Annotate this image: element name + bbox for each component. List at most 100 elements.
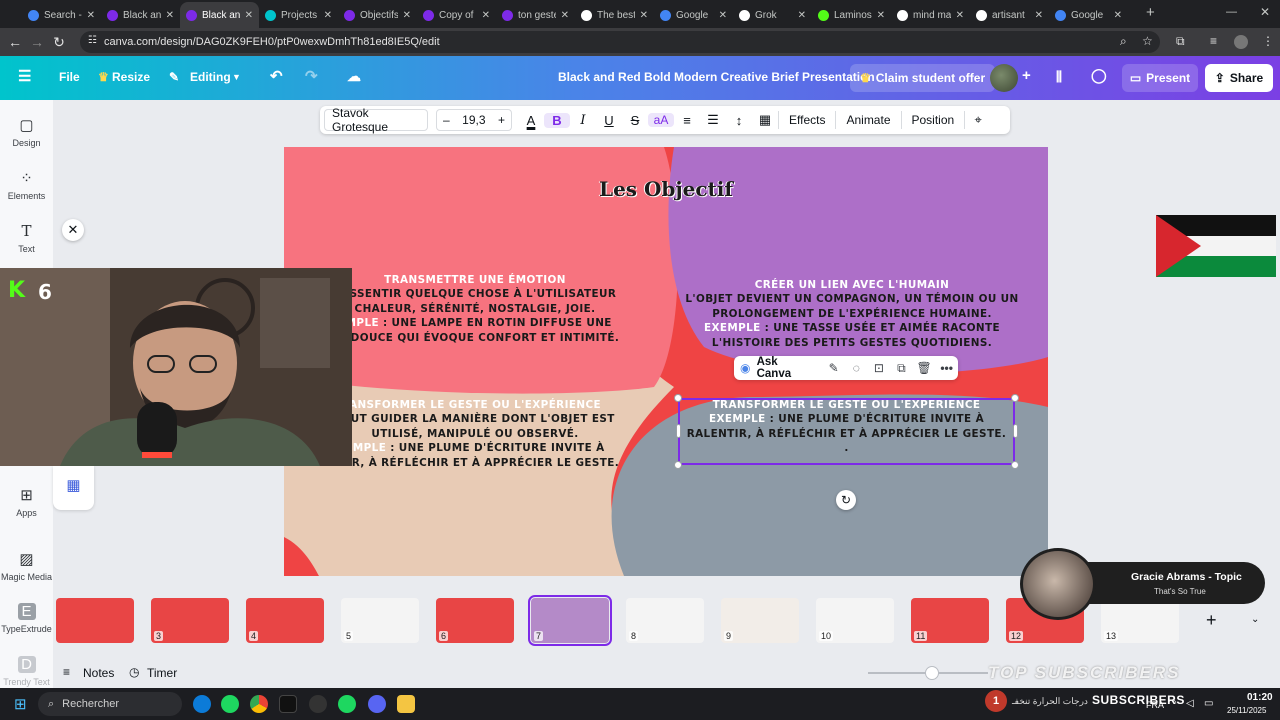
bold-icon[interactable]: B (544, 112, 570, 128)
new-tab-button[interactable]: + (1146, 4, 1155, 21)
bookmark-star-icon[interactable]: ☆ (1142, 34, 1153, 48)
spotify-icon[interactable] (338, 695, 356, 713)
browser-tab[interactable]: Search - ✕ (22, 2, 101, 28)
page-thumbnail[interactable]: 7 (528, 595, 612, 646)
news-ticker[interactable]: درجات الحرارة تنخفـ (1012, 696, 1088, 707)
close-tab-icon[interactable]: ✕ (324, 10, 332, 21)
back-icon[interactable]: ← (4, 34, 26, 50)
strikethrough-icon[interactable]: S (622, 113, 648, 128)
duplicate-icon[interactable]: ⧉ (890, 361, 913, 376)
app-icon[interactable] (309, 695, 327, 713)
sidebar-item-design[interactable]: ▢ Design (0, 116, 53, 148)
resize-handle[interactable] (1011, 461, 1019, 469)
effects-button[interactable]: Effects (779, 113, 835, 127)
close-panel-icon[interactable]: ✕ (62, 219, 84, 241)
page-thumbnail[interactable] (56, 598, 134, 643)
more-options-icon[interactable]: ••• (935, 361, 958, 375)
font-family-picker[interactable]: Stavok Grotesque (324, 106, 428, 134)
reload-icon[interactable]: ↻ (48, 34, 70, 51)
url-field[interactable]: ☷ canva.com/design/DAG0ZK9FEH0/ptP0wexwD… (80, 31, 1160, 53)
page-thumbnail[interactable]: 13 (1101, 598, 1179, 643)
clock-time[interactable]: 01:20 (1247, 692, 1273, 703)
site-info-icon[interactable]: ☷ (88, 35, 97, 46)
page-thumbnail[interactable]: 9 (721, 598, 799, 643)
close-tab-icon[interactable]: ✕ (87, 10, 95, 21)
resize-handle[interactable] (674, 461, 682, 469)
page-thumbnail[interactable]: 8 (626, 598, 704, 643)
document-title[interactable]: Black and Red Bold Modern Creative Brief… (558, 70, 875, 84)
chrome-icon[interactable] (250, 695, 268, 713)
forward-icon[interactable]: → (26, 34, 48, 50)
resize-handle[interactable] (676, 424, 681, 438)
increase-size-button[interactable]: + (498, 113, 505, 127)
page-thumbnail[interactable]: 4 (246, 598, 324, 643)
magic-write-icon[interactable]: ✎ (822, 361, 845, 375)
sidebar-item-text[interactable]: T Text (0, 222, 53, 254)
discord-icon[interactable] (368, 695, 386, 713)
browser-tab[interactable]: Grok ✕ (733, 2, 812, 28)
browser-tab[interactable]: Laminos ✕ (812, 2, 891, 28)
cloud-saved-icon[interactable]: ☁ (347, 68, 361, 85)
notification-badge[interactable]: 1 (985, 690, 1007, 712)
close-tab-icon[interactable]: ✕ (1035, 10, 1043, 21)
add-page-icon[interactable]: + (1206, 610, 1217, 631)
browser-tab[interactable]: Black an ✕ (180, 2, 259, 28)
browser-tab[interactable]: Black an ✕ (101, 2, 180, 28)
editing-mode-button[interactable]: Editing (190, 70, 231, 84)
browser-tab[interactable]: Google ✕ (1049, 2, 1128, 28)
browser-tab[interactable]: The best ✕ (575, 2, 654, 28)
spacing-icon[interactable]: ↕ (726, 113, 752, 128)
sidebar-item-apps[interactable]: ⊞ Apps (0, 486, 53, 518)
sidebar-item-magic-media[interactable]: ▨ Magic Media (0, 550, 53, 582)
font-size-input[interactable]: 19,3 (462, 113, 485, 127)
insights-chart-icon[interactable]: ⫼ (1056, 69, 1062, 85)
slide-title[interactable]: Les Objectif (284, 177, 1048, 201)
battery-icon[interactable]: ▭ (1204, 698, 1213, 709)
letter-case-icon[interactable]: aA (648, 113, 674, 127)
edge-icon[interactable] (193, 695, 211, 713)
transparency-icon[interactable]: ▦ (752, 112, 778, 128)
close-tab-icon[interactable]: ✕ (245, 10, 253, 21)
copy-style-paint-icon[interactable]: ⌖ (965, 112, 991, 128)
windows-start-icon[interactable]: ⊞ (14, 695, 27, 713)
close-tab-icon[interactable]: ✕ (640, 10, 648, 21)
taskbar-search[interactable]: ⌕ Rechercher (38, 692, 182, 716)
tiktok-icon[interactable] (279, 695, 297, 713)
close-tab-icon[interactable]: ✕ (956, 10, 964, 21)
close-tab-icon[interactable]: ✕ (877, 10, 885, 21)
comment-icon[interactable]: ◯ (1091, 67, 1107, 84)
underline-icon[interactable]: U (596, 113, 622, 128)
browser-tab[interactable]: Google ✕ (654, 2, 733, 28)
claim-student-offer-button[interactable]: ♛ Claim student offer (850, 64, 996, 92)
clock-date[interactable]: 25/11/2025 (1227, 706, 1266, 715)
resize-handle[interactable] (1013, 424, 1018, 438)
browser-tab[interactable]: mind ma ✕ (891, 2, 970, 28)
rotate-handle-icon[interactable]: ↻ (836, 490, 856, 510)
close-tab-icon[interactable]: ✕ (719, 10, 727, 21)
language-indicator[interactable]: FRA (1146, 700, 1164, 710)
avatar[interactable] (990, 64, 1018, 92)
minimize-icon[interactable]: — (1226, 6, 1237, 18)
align-center-icon[interactable]: ≡ (674, 113, 700, 128)
share-button[interactable]: ⇪ Share (1205, 64, 1273, 92)
delete-icon[interactable]: 🗑 (913, 361, 936, 375)
text-block-human-link[interactable]: CRÉER UN LIEN AVEC L'HUMAIN L'OBJET DEVI… (682, 278, 1022, 350)
hamburger-menu-icon[interactable]: ☰ (18, 67, 31, 85)
notes-icon[interactable]: ≡ (63, 665, 70, 679)
browser-tab[interactable]: ton geste ✕ (496, 2, 575, 28)
browser-tab[interactable]: Objectifs ✕ (338, 2, 417, 28)
file-menu[interactable]: File (59, 70, 80, 84)
close-tab-icon[interactable]: ✕ (1114, 10, 1122, 21)
browser-tab[interactable]: Projects ✕ (259, 2, 338, 28)
close-window-icon[interactable]: ✕ (1260, 5, 1270, 19)
lock-icon[interactable]: ⊡ (868, 361, 891, 375)
page-thumbnail[interactable]: 3 (151, 598, 229, 643)
page-thumbnail[interactable]: 5 (341, 598, 419, 643)
spotify-icon[interactable] (221, 695, 239, 713)
browser-menu-icon[interactable]: ⋮ (1262, 34, 1274, 48)
present-button[interactable]: ▭ Present (1122, 64, 1198, 92)
close-tab-icon[interactable]: ✕ (403, 10, 411, 21)
timer-button[interactable]: Timer (147, 666, 177, 680)
tab-search-icon[interactable]: ≡ (1210, 34, 1217, 48)
profile-icon[interactable] (1234, 35, 1248, 49)
